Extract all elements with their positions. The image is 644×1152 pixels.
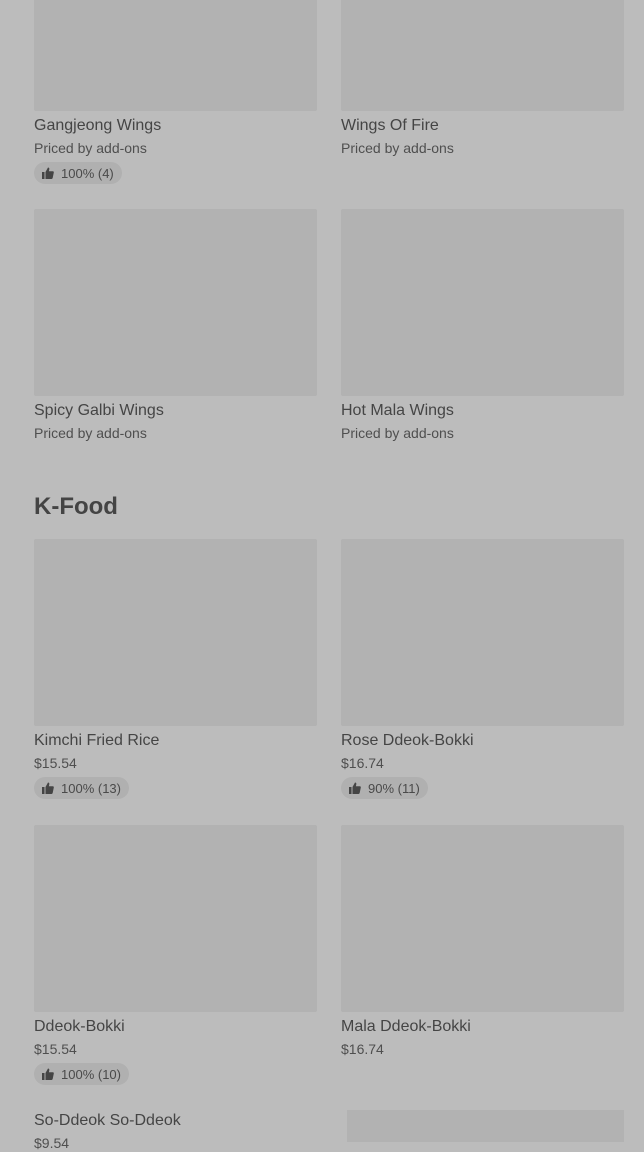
rating-badge: 100% (10) — [34, 1063, 129, 1085]
item-name: Mala Ddeok-Bokki — [341, 1018, 471, 1035]
thumbs-up-icon — [42, 167, 54, 179]
rating-text: 100% (13) — [61, 780, 121, 796]
item-price: $15.54 — [34, 1041, 77, 1057]
rating-text: 100% (4) — [61, 165, 114, 181]
item-price: Priced by add-ons — [34, 140, 147, 156]
rating-badge: 100% (4) — [34, 162, 122, 184]
thumbs-up-icon — [349, 782, 361, 794]
item-image[interactable] — [34, 825, 317, 1012]
menu-item-card[interactable]: Kimchi Fried Rice $15.54 100% (13) — [34, 539, 317, 799]
rating-text: 100% (10) — [61, 1066, 121, 1082]
section-title: K-Food — [34, 493, 118, 520]
item-name: Kimchi Fried Rice — [34, 732, 160, 749]
item-price: $16.74 — [341, 755, 384, 771]
menu-item-card[interactable]: So-Ddeok So-Ddeok $9.54 — [34, 1106, 317, 1152]
menu-item-card[interactable]: Ddeok-Bokki $15.54 100% (10) — [34, 825, 317, 1085]
item-price: Priced by add-ons — [341, 425, 454, 441]
menu-item-card[interactable]: Spicy Galbi Wings Priced by add-ons — [34, 209, 317, 442]
menu-item-card[interactable]: Wings Of Fire Priced by add-ons — [341, 0, 624, 157]
item-price: Priced by add-ons — [34, 425, 147, 441]
menu-page: Gangjeong Wings Priced by add-ons 100% (… — [0, 0, 644, 1151]
item-name: Wings Of Fire — [341, 117, 439, 134]
thumbs-up-icon — [42, 1068, 54, 1080]
item-name: Hot Mala Wings — [341, 402, 454, 419]
item-image[interactable] — [34, 539, 317, 726]
menu-item-card[interactable]: Gangjeong Wings Priced by add-ons 100% (… — [34, 0, 317, 184]
item-price: $16.74 — [341, 1041, 384, 1057]
rating-badge: 90% (11) — [341, 777, 428, 799]
item-price: Priced by add-ons — [341, 140, 454, 156]
item-image[interactable] — [34, 0, 317, 111]
item-image[interactable] — [34, 209, 317, 396]
item-image[interactable] — [341, 0, 624, 111]
menu-item-card[interactable]: Mala Ddeok-Bokki $16.74 — [341, 825, 624, 1058]
item-image[interactable] — [347, 1110, 624, 1142]
item-price: $9.54 — [34, 1135, 70, 1151]
rating-badge: 100% (13) — [34, 777, 129, 799]
menu-item-card[interactable]: Hot Mala Wings Priced by add-ons — [341, 209, 624, 442]
item-name: Ddeok-Bokki — [34, 1018, 125, 1035]
item-name: Gangjeong Wings — [34, 117, 162, 134]
item-image[interactable] — [341, 209, 624, 396]
item-image[interactable] — [341, 539, 624, 726]
item-image[interactable] — [341, 825, 624, 1012]
thumbs-up-icon — [42, 782, 54, 794]
rating-text: 90% (11) — [368, 780, 420, 796]
item-name: Rose Ddeok-Bokki — [341, 732, 474, 749]
item-name: Spicy Galbi Wings — [34, 402, 164, 419]
item-name: So-Ddeok So-Ddeok — [34, 1112, 181, 1129]
menu-item-card[interactable]: Rose Ddeok-Bokki $16.74 90% (11) — [341, 539, 624, 799]
item-price: $15.54 — [34, 755, 77, 771]
